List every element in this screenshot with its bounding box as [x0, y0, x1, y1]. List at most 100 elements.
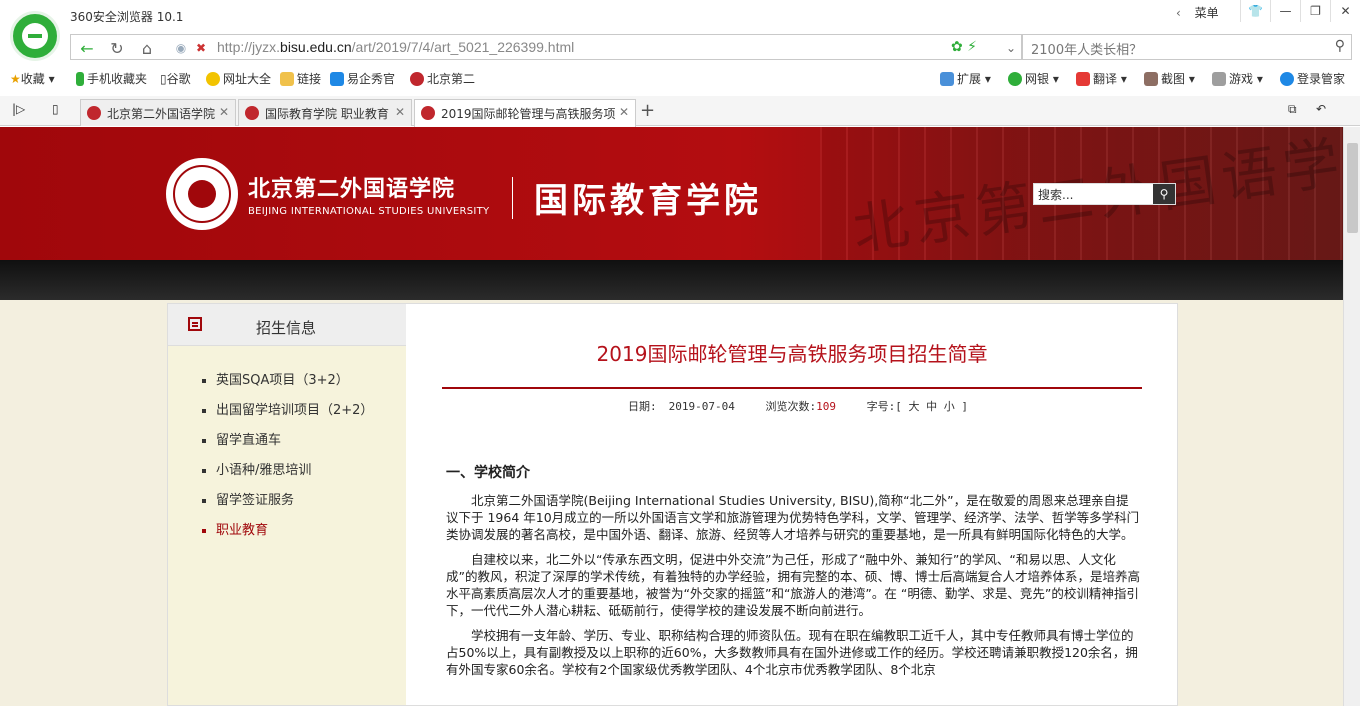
sidebar-item-visa-service[interactable]: 留学签证服务 — [168, 486, 406, 516]
page-icon: ▯ — [160, 72, 167, 86]
paragraph: 自建校以来，北二外以“传承东西文明，促进中外交流”为己任，形成了“融中外、兼知行… — [446, 552, 1140, 618]
scrollbar-thumb[interactable] — [1347, 143, 1358, 233]
skin-icon[interactable]: 👕 — [1240, 0, 1270, 22]
yiqixiu-icon — [330, 72, 344, 86]
list-icon — [188, 317, 202, 331]
url-text[interactable]: http://jyzx.bisu.edu.cn/art/2019/7/4/art… — [217, 39, 574, 55]
university-seal-icon[interactable] — [166, 158, 238, 230]
netbank-button[interactable]: 网银 ▾ — [1008, 70, 1059, 87]
school-name-cn[interactable]: 北京第二外国语学院 — [248, 171, 455, 203]
favorites-bar: ★收藏 ▾ 手机收藏夹 ▯谷歌 网址大全 链接 易企秀官 北京第二 扩展 ▾ 网… — [0, 66, 1360, 92]
directory-icon — [206, 72, 220, 86]
close-tab-icon[interactable]: ✕ — [395, 105, 405, 119]
sidebar-toggle-icon[interactable]: |▷ — [12, 102, 25, 116]
fav-yiqixiu[interactable]: 易企秀官 — [330, 70, 395, 87]
sidebar-item-study-abroad-training[interactable]: 出国留学培训项目（2+2） — [168, 396, 406, 426]
minimize-button[interactable]: — — [1270, 0, 1300, 22]
date-value: 2019-07-04 — [668, 400, 735, 413]
collect-label: 收藏 — [20, 72, 45, 86]
paragraph: 北京第二外国语学院(Beijing International Studies … — [446, 493, 1140, 542]
browser-search-box[interactable]: 2100年人类长相？ ⚲ — [1022, 34, 1352, 60]
new-tab-button[interactable]: + — [640, 100, 655, 121]
sidebar-menu: 英国SQA项目（3+2） 出国留学培训项目（2+2） 留学直通车 小语种/雅思培… — [168, 346, 406, 546]
site-search-button[interactable]: ⚲ — [1153, 184, 1175, 204]
login-icon — [1280, 72, 1294, 86]
close-tab-icon[interactable]: ✕ — [619, 105, 629, 119]
maximize-button[interactable]: ❐ — [1300, 0, 1330, 22]
fav-bisu-label: 北京第二 — [427, 72, 476, 86]
fav-mobile-label: 手机收藏夹 — [87, 72, 148, 86]
site-search-input[interactable] — [1034, 184, 1154, 204]
refresh-icon[interactable]: ↻ — [107, 38, 127, 58]
browser-search-input[interactable]: 2100年人类长相？ — [1031, 39, 1142, 58]
fav-mobile[interactable]: 手机收藏夹 — [76, 70, 147, 87]
menu-label[interactable]: 菜单 — [1195, 6, 1219, 20]
tab-bisu-home[interactable]: 北京第二外国语学院 ✕ — [80, 99, 236, 126]
undo-close-tab-icon[interactable]: ↶ — [1316, 102, 1326, 116]
tab-label: 2019国际邮轮管理与高铁服务项 — [441, 107, 616, 121]
browser-menu[interactable]: ‹ 菜单 — [1176, 4, 1219, 21]
bisu-favicon-icon — [245, 106, 259, 120]
sidebar-item-sqa[interactable]: 英国SQA项目（3+2） — [168, 366, 406, 396]
gamepad-icon — [1212, 72, 1226, 86]
translate-button[interactable]: 翻译 ▾ — [1076, 70, 1127, 87]
close-tab-icon[interactable]: ✕ — [219, 105, 229, 119]
fav-links[interactable]: 链接 — [280, 70, 321, 87]
browser-logo-icon — [10, 11, 60, 61]
tab-label: 国际教育学院 职业教育 — [265, 107, 389, 121]
search-icon[interactable]: ⚲ — [1335, 38, 1345, 54]
netbank-icon — [1008, 72, 1022, 86]
url-prefix: http://jyzx. — [217, 39, 281, 55]
address-bar[interactable]: ← ↻ ⌂ ◉ ✖ http://jyzx.bisu.edu.cn/art/20… — [70, 34, 1022, 60]
views-label: 浏览次数: — [765, 400, 817, 413]
window-controls: 👕 — ❐ ✕ — [1240, 0, 1360, 22]
login-label: 登录管家 — [1297, 72, 1346, 86]
extensions-icon — [940, 72, 954, 86]
favorites-collect-button[interactable]: ★收藏 ▾ — [10, 70, 55, 87]
url-path: /art/2019/7/4/art_5021_226399.html — [351, 39, 575, 55]
fav-google[interactable]: ▯谷歌 — [160, 70, 191, 87]
games-button[interactable]: 游戏 ▾ — [1212, 70, 1263, 87]
tab-vocational-education[interactable]: 国际教育学院 职业教育 ✕ — [238, 99, 412, 126]
star-icon: ★ — [10, 72, 21, 86]
bisu-favicon-icon — [87, 106, 101, 120]
scissors-icon — [1144, 72, 1158, 86]
close-button[interactable]: ✕ — [1330, 0, 1360, 22]
site-search: ⚲ — [1033, 183, 1176, 205]
security-warning-icon[interactable]: ✖ — [191, 38, 211, 58]
back-arrow-icon[interactable]: ← — [77, 38, 97, 58]
extensions-button[interactable]: 扩展 ▾ — [940, 70, 991, 87]
games-label: 游戏 — [1229, 72, 1254, 86]
login-manager-button[interactable]: 登录管家 — [1280, 70, 1345, 87]
fav-bisu[interactable]: 北京第二 — [410, 70, 475, 87]
fav-site-directory[interactable]: 网址大全 — [206, 70, 271, 87]
chevron-left-icon[interactable]: ‹ — [1176, 6, 1181, 20]
sidebar-item-study-abroad-express[interactable]: 留学直通车 — [168, 426, 406, 456]
tab-list-icon[interactable]: ⧉ — [1288, 102, 1297, 117]
translate-icon — [1076, 72, 1090, 86]
bisu-favicon-icon — [421, 106, 435, 120]
fontsize-options[interactable]: [ 大 中 小 ] — [895, 400, 968, 413]
paragraph: 学校拥有一支年龄、学历、专业、职称结构合理的师资队伍。现有在职在编教职工近千人，… — [446, 628, 1138, 677]
screenshot-button[interactable]: 截图 ▾ — [1144, 70, 1195, 87]
sidebar: 招生信息 英国SQA项目（3+2） 出国留学培训项目（2+2） 留学直通车 小语… — [167, 303, 407, 706]
screenshot-label: 截图 — [1161, 72, 1186, 86]
translate-label: 翻译 — [1093, 72, 1118, 86]
mobile-view-icon[interactable]: ▯ — [52, 102, 59, 116]
sidebar-item-language-ielts[interactable]: 小语种/雅思培训 — [168, 456, 406, 486]
section-heading: 一、学校简介 — [446, 465, 530, 481]
tab-bar: |▷ ▯ 北京第二外国语学院 ✕ 国际教育学院 职业教育 ✕ 2019国际邮轮管… — [0, 96, 1360, 127]
home-icon[interactable]: ⌂ — [137, 38, 157, 58]
browser-titlebar: 360安全浏览器 10.1 ‹ 菜单 👕 — ❐ ✕ — [0, 0, 1360, 32]
college-name[interactable]: 国际教育学院 — [534, 173, 762, 222]
site-banner: 北京第二外国语学院 北京第二外国语学院 BEIJING INTERNATIONA… — [0, 127, 1343, 263]
page-scrollbar[interactable] — [1343, 127, 1360, 706]
extensions-label: 扩展 — [957, 72, 982, 86]
views-count: 109 — [816, 400, 836, 413]
title-divider — [442, 387, 1142, 389]
sidebar-item-vocational-education[interactable]: 职业教育 — [168, 516, 406, 546]
site-info-icon[interactable]: ◉ — [171, 38, 191, 58]
chevron-down-icon[interactable]: ⌄ — [1001, 38, 1021, 58]
speed-mode-icon[interactable]: ✿ ⚡ — [951, 39, 977, 55]
tab-current-article[interactable]: 2019国际邮轮管理与高铁服务项 ✕ — [414, 99, 636, 127]
